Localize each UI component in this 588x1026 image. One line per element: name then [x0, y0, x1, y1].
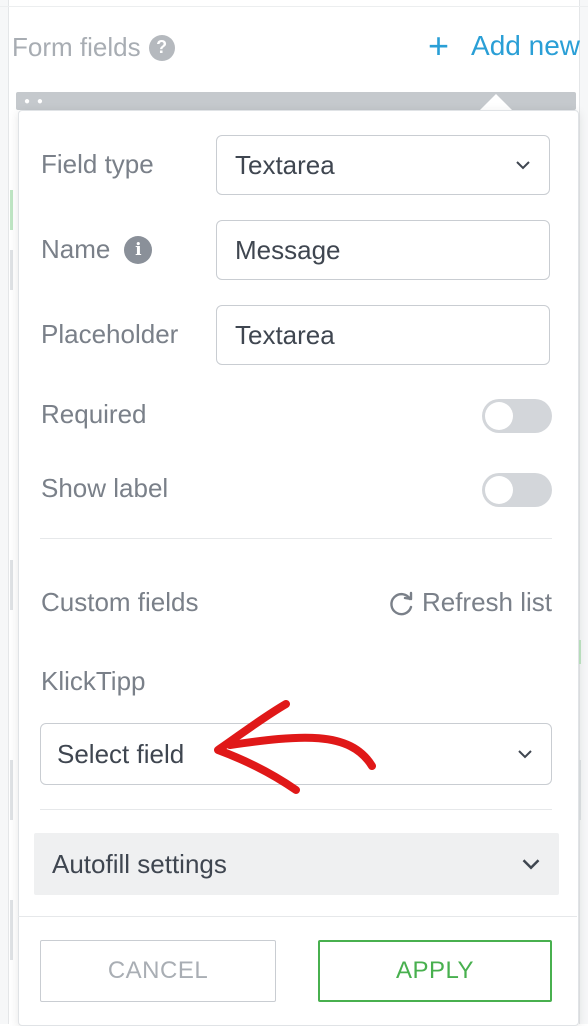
placeholder-label: Placeholder — [41, 319, 179, 349]
select-field-value: Select field — [57, 738, 185, 769]
autofill-settings-label: Autofill settings — [52, 848, 227, 879]
plus-icon: + — [428, 25, 450, 66]
background-edge — [10, 250, 13, 290]
add-new-button[interactable]: + Add new — [428, 28, 580, 64]
background-edge — [10, 900, 13, 960]
autofill-settings-accordion[interactable]: Autofill settings — [34, 833, 559, 895]
refresh-list-label: Refresh list — [421, 587, 552, 617]
refresh-list-button[interactable]: Refresh list — [388, 587, 552, 618]
toggle-knob — [485, 402, 513, 430]
klicktipp-label: KlickTipp — [41, 666, 146, 696]
name-value: Message — [235, 234, 341, 265]
background-edge — [10, 760, 13, 820]
section-divider — [40, 538, 552, 539]
required-label: Required — [41, 399, 147, 429]
top-divider — [0, 6, 588, 7]
section-divider — [40, 809, 552, 810]
apply-button[interactable]: APPLY — [318, 940, 552, 1002]
background-edge — [10, 190, 13, 230]
toggle-knob — [485, 476, 513, 504]
field-type-value: Textarea — [235, 149, 335, 180]
name-label: Name — [41, 234, 111, 264]
footer-divider — [18, 916, 577, 917]
help-icon[interactable]: ? — [148, 34, 175, 61]
name-input[interactable]: Message — [216, 220, 550, 280]
chevron-down-icon — [522, 859, 540, 870]
name-label-row: Name i — [41, 234, 153, 265]
custom-fields-label: Custom fields — [41, 587, 199, 617]
info-icon[interactable]: i — [124, 235, 153, 264]
add-new-label: Add new — [471, 30, 580, 61]
chevron-down-icon — [516, 161, 530, 170]
form-fields-label: Form fields — [12, 32, 141, 62]
cancel-button[interactable]: CANCEL — [40, 940, 276, 1002]
popup-caret — [480, 94, 512, 110]
placeholder-value: Textarea — [235, 319, 335, 350]
select-field-dropdown[interactable]: Select field — [40, 723, 552, 785]
placeholder-input[interactable]: Textarea — [216, 305, 550, 365]
required-toggle[interactable] — [482, 399, 552, 433]
show-label-toggle[interactable] — [482, 473, 552, 507]
background-edge — [10, 560, 13, 610]
drag-handle-icon[interactable]: ● ● — [24, 96, 45, 107]
field-type-label: Field type — [41, 149, 154, 179]
refresh-icon — [390, 591, 413, 615]
field-type-select[interactable]: Textarea — [216, 135, 550, 195]
chevron-down-icon — [518, 750, 532, 759]
form-fields-title: Form fields ? — [12, 32, 175, 63]
show-label-label: Show label — [41, 473, 169, 503]
